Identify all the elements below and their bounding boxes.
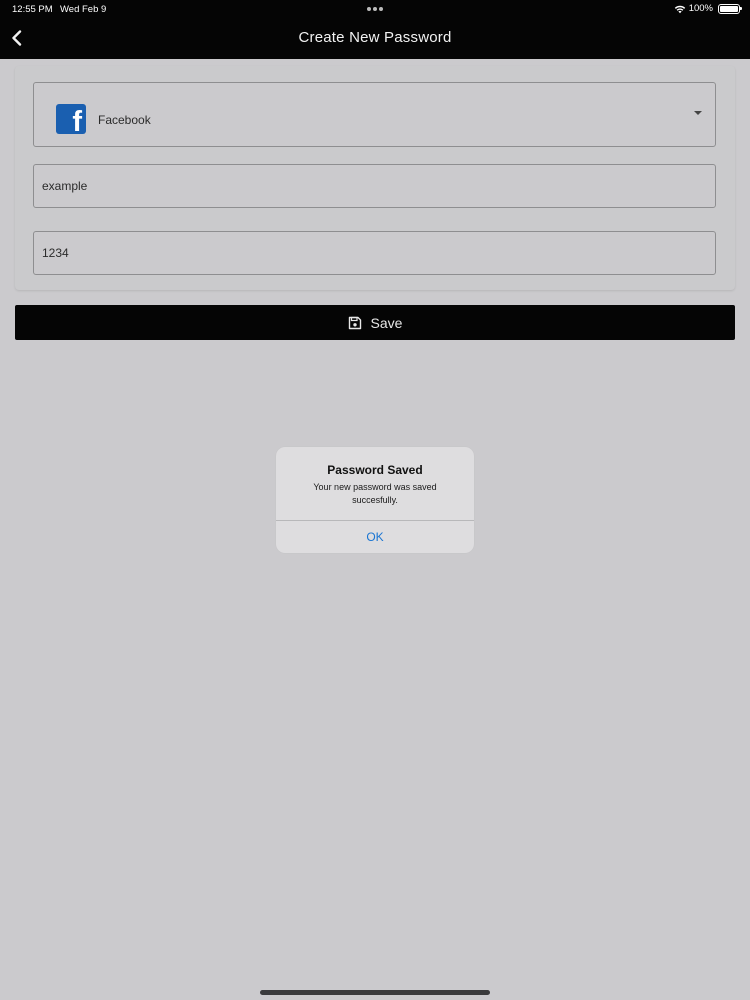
wifi-icon bbox=[674, 5, 685, 13]
page-title: Create New Password bbox=[298, 29, 452, 46]
battery-percentage: 100% bbox=[688, 3, 713, 14]
multitasking-dots-icon[interactable] bbox=[367, 7, 383, 11]
battery-icon bbox=[718, 3, 742, 14]
alert-message: Your new password was saved succesfully. bbox=[313, 482, 437, 505]
dropdown-arrow-icon bbox=[694, 111, 702, 115]
save-button-label: Save bbox=[370, 314, 403, 331]
alert-title: Password Saved bbox=[327, 463, 423, 477]
alert-ok-button[interactable]: OK bbox=[276, 521, 474, 553]
username-input[interactable] bbox=[34, 165, 715, 207]
password-form: f Facebook bbox=[15, 66, 735, 290]
facebook-icon: f bbox=[56, 104, 86, 134]
home-indicator[interactable] bbox=[260, 990, 490, 995]
floppy-disk-icon bbox=[348, 316, 361, 329]
navigation-bar: Create New Password bbox=[0, 18, 750, 59]
password-saved-alert: Password Saved Your new password was sav… bbox=[276, 447, 474, 553]
account-select-value: Facebook bbox=[98, 113, 151, 127]
status-time: 12:55 PM bbox=[12, 4, 53, 15]
username-field-container bbox=[33, 164, 716, 208]
status-bar: 12:55 PM Wed Feb 9 100% bbox=[0, 0, 750, 18]
status-indicators: 100% bbox=[674, 3, 742, 14]
top-bar: 12:55 PM Wed Feb 9 100% Create New Passw… bbox=[0, 0, 750, 59]
password-input[interactable] bbox=[34, 232, 715, 274]
status-date: Wed Feb 9 bbox=[60, 4, 107, 15]
save-button[interactable]: Save bbox=[15, 305, 735, 340]
account-select[interactable]: f Facebook bbox=[33, 82, 716, 147]
password-field-container bbox=[33, 231, 716, 275]
